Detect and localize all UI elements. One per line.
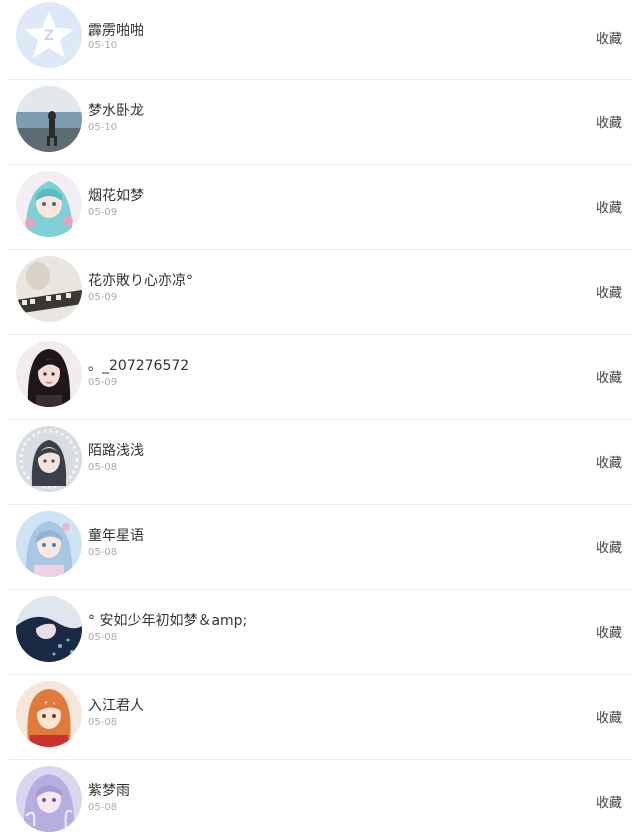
avatar[interactable] [16, 426, 82, 492]
anime-purple-avatar-icon [16, 766, 82, 832]
date-label: 05-08 [88, 802, 118, 813]
date-label: 05-09 [88, 292, 118, 303]
avatar[interactable] [16, 86, 82, 152]
user-name: 霹雳啪啪 [88, 23, 144, 39]
date-label: 05-08 [88, 462, 118, 473]
list-item[interactable]: 童年星语 05-08 收藏 [8, 505, 632, 590]
qq-default-avatar-icon: Z [16, 2, 82, 68]
date-label: 05-09 [88, 377, 118, 388]
svg-text:Z: Z [44, 28, 54, 44]
favorite-button[interactable]: 收藏 [596, 28, 622, 47]
avatar[interactable] [16, 596, 82, 662]
collection-list: Z 霹雳啪啪 05-10 收藏 梦水卧龙 05-10 收藏 烟花如梦 05-09… [0, 0, 640, 840]
list-item[interactable]: Z 霹雳啪啪 05-10 收藏 [8, 0, 632, 80]
text-photo-avatar-icon [16, 256, 82, 322]
avatar[interactable] [16, 256, 82, 322]
favorite-button[interactable]: 收藏 [596, 622, 622, 641]
list-item[interactable]: 烟花如梦 05-09 收藏 [8, 165, 632, 250]
user-name: 。_207276572 [88, 358, 190, 374]
list-item[interactable]: 。_207276572 05-09 收藏 [8, 335, 632, 420]
list-item[interactable]: 梦水卧龙 05-10 收藏 [8, 80, 632, 165]
avatar[interactable] [16, 511, 82, 577]
favorite-button[interactable]: 收藏 [596, 537, 622, 556]
list-item[interactable]: ° 安如少年初如梦＆amp; 05-08 收藏 [8, 590, 632, 675]
user-name: 烟花如梦 [88, 188, 144, 204]
dark-blue-avatar-icon [16, 596, 82, 662]
list-item[interactable]: 陌路浅浅 05-08 收藏 [8, 420, 632, 505]
favorite-button[interactable]: 收藏 [596, 707, 622, 726]
user-name: 入江君人 [88, 698, 144, 714]
user-name: ° 安如少年初如梦＆amp; [88, 613, 248, 629]
anime-blue-avatar-icon [16, 511, 82, 577]
avatar[interactable]: Z [16, 2, 82, 68]
date-label: 05-08 [88, 547, 118, 558]
favorite-button[interactable]: 收藏 [596, 792, 622, 811]
favorite-button[interactable]: 收藏 [596, 367, 622, 386]
date-label: 05-09 [88, 207, 118, 218]
anime-girl-avatar-icon [16, 171, 82, 237]
avatar[interactable] [16, 766, 82, 832]
user-name: 花亦敗り心亦凉° [88, 273, 193, 289]
user-name: 梦水卧龙 [88, 103, 144, 119]
avatar[interactable] [16, 681, 82, 747]
favorite-button[interactable]: 收藏 [596, 452, 622, 471]
anime-orange-avatar-icon [16, 681, 82, 747]
user-name: 陌路浅浅 [88, 443, 144, 459]
date-label: 05-10 [88, 40, 118, 51]
favorite-button[interactable]: 收藏 [596, 112, 622, 131]
avatar[interactable] [16, 171, 82, 237]
list-item[interactable]: 入江君人 05-08 收藏 [8, 675, 632, 760]
date-label: 05-08 [88, 717, 118, 728]
date-label: 05-10 [88, 122, 118, 133]
favorite-button[interactable]: 收藏 [596, 197, 622, 216]
avatar[interactable] [16, 341, 82, 407]
anime-dark-avatar-icon [16, 426, 82, 492]
beach-figure-avatar-icon [16, 86, 82, 152]
girl-photo-avatar-icon [16, 341, 82, 407]
list-item[interactable]: 紫梦雨 05-08 收藏 [8, 760, 632, 840]
user-name: 童年星语 [88, 528, 144, 544]
user-name: 紫梦雨 [88, 783, 130, 799]
date-label: 05-08 [88, 632, 118, 643]
list-item[interactable]: 花亦敗り心亦凉° 05-09 收藏 [8, 250, 632, 335]
favorite-button[interactable]: 收藏 [596, 282, 622, 301]
